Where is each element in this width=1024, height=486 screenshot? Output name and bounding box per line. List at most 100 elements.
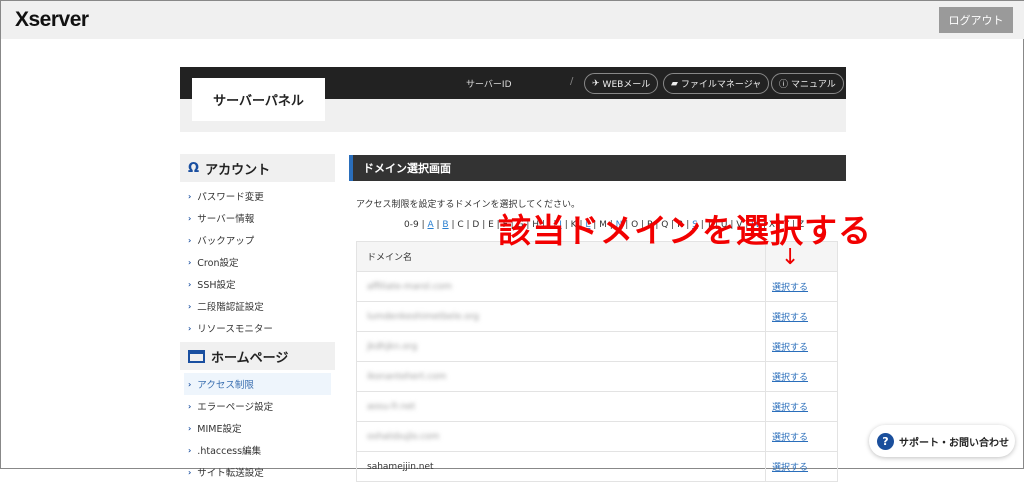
sidebar-item[interactable]: › 二段階認証設定 <box>180 295 335 317</box>
select-cell: 選択する <box>765 361 838 392</box>
select-domain-link[interactable]: 選択する <box>772 283 808 293</box>
domain-text: lumdenkeshimetbele.org <box>367 311 479 322</box>
support-button[interactable]: ? サポート・お問い合わせ <box>869 425 1015 457</box>
chevron-right-icon: › <box>188 379 192 389</box>
select-domain-link[interactable]: 選択する <box>772 343 808 353</box>
sidebar-item[interactable]: › MIME設定 <box>180 417 335 439</box>
sidebar-section-title: アカウント <box>205 162 271 178</box>
sidebar-section-window: ホームページ <box>180 342 335 370</box>
sidebar-item[interactable]: › エラーページ設定 <box>180 395 335 417</box>
table-row: affiliate-marol.com 選択する <box>356 271 838 302</box>
chevron-right-icon: › <box>188 401 192 411</box>
manual-button[interactable]: ⓘ マニュアル <box>771 73 844 94</box>
sidebar-item[interactable]: › サーバー情報 <box>180 207 335 229</box>
table-row: aosu-fr.net 選択する <box>356 391 838 422</box>
sidebar-item-label: バックアップ <box>197 236 255 247</box>
sidebar: Ω アカウント › パスワード変更 › サーバー情報 › バックアップ › Cron設定 › SSH設… <box>180 154 335 486</box>
chevron-right-icon: › <box>188 301 192 311</box>
page-title: ドメイン選択画面 <box>349 155 846 181</box>
select-domain-link[interactable]: 選択する <box>772 373 808 383</box>
select-domain-link[interactable]: 選択する <box>772 433 808 443</box>
annotation-text: 該当ドメインを選択する <box>498 211 872 250</box>
chevron-right-icon: › <box>188 213 192 223</box>
domain-text: affiliate-marol.com <box>367 281 452 292</box>
alphabet-B[interactable]: B <box>442 220 448 230</box>
sidebar-section-title: ホームページ <box>211 350 289 366</box>
domain-text: jkdhjkn.org <box>367 341 418 352</box>
select-cell: 選択する <box>765 331 838 362</box>
xserver-logo[interactable]: Xserver <box>15 8 89 32</box>
chevron-right-icon: › <box>188 257 192 267</box>
user-icon: Ω <box>188 160 200 176</box>
sidebar-item-label: MIME設定 <box>197 424 242 435</box>
sidebar-item-label: Cron設定 <box>197 258 239 269</box>
chevron-right-icon: › <box>188 323 192 333</box>
domain-name: lumdenkeshimetbele.org <box>356 301 766 332</box>
chevron-right-icon: › <box>188 445 192 455</box>
file-manager-label: ファイルマネージャ <box>680 80 762 90</box>
sidebar-item[interactable]: › .htaccess編集 <box>180 439 335 461</box>
sidebar-item-label: SSH設定 <box>197 280 236 291</box>
logout-button[interactable]: ログアウト <box>939 7 1013 33</box>
sidebar-item[interactable]: › バックアップ <box>180 229 335 251</box>
domain-text: sahamejjin.net <box>367 461 434 472</box>
support-label: サポート・お問い合わせ <box>899 437 1009 449</box>
chevron-right-icon: › <box>188 191 192 201</box>
select-cell: 選択する <box>765 451 838 482</box>
manual-label: マニュアル <box>791 80 836 90</box>
top-bar: Xserver ログアウト <box>1 1 1024 39</box>
webmail-label: WEBメール <box>602 80 651 90</box>
table-row: oshalsbujlo.com 選択する <box>356 421 838 452</box>
select-cell: 選択する <box>765 421 838 452</box>
sidebar-item-label: リソースモニター <box>197 324 273 335</box>
table-row: jkdhjkn.org 選択する <box>356 331 838 362</box>
domain-name: aosu-fr.net <box>356 391 766 422</box>
domain-text: oshalsbujlo.com <box>367 431 440 442</box>
table-row: sahamejjin.net 選択する <box>356 451 838 482</box>
alphabet-D: D <box>472 220 480 230</box>
sidebar-item-label: サイト転送設定 <box>197 468 264 479</box>
domain-text: aosu-fr.net <box>367 401 416 412</box>
sidebar-item[interactable]: › SSH設定 <box>180 273 335 295</box>
server-id-label: サーバーID <box>466 80 512 90</box>
panel-title: サーバーパネル <box>192 78 325 121</box>
help-icon: ⓘ <box>779 80 789 90</box>
sidebar-item[interactable]: › サイト転送設定 <box>180 461 335 483</box>
sidebar-item[interactable]: › Cron設定 <box>180 251 335 273</box>
sidebar-item-label: アクセス制限 <box>197 380 254 391</box>
domain-name: sahamejjin.net <box>356 451 766 482</box>
window-icon <box>188 349 205 364</box>
select-domain-link[interactable]: 選択する <box>772 463 808 473</box>
chevron-right-icon: › <box>188 235 192 245</box>
alphabet-0-9: 0-9 <box>404 220 419 230</box>
folder-icon: ▰ <box>671 78 678 89</box>
domain-name: jkdhjkn.org <box>356 331 766 362</box>
sidebar-item[interactable]: › アクセス制限 <box>184 373 331 395</box>
annotation-arrow: ↓ <box>781 245 800 270</box>
select-cell: 選択する <box>765 301 838 332</box>
alphabet-E: E <box>488 220 494 230</box>
sidebar-item-label: 二段階認証設定 <box>197 302 264 313</box>
sidebar-item-label: サーバー情報 <box>197 214 255 225</box>
webmail-button[interactable]: ✈ WEBメール <box>584 73 659 94</box>
sidebar-section-user: Ω アカウント <box>180 154 335 182</box>
select-cell: 選択する <box>765 391 838 422</box>
select-domain-link[interactable]: 選択する <box>772 313 808 323</box>
send-icon: ✈ <box>592 78 600 89</box>
separator: / <box>570 76 574 87</box>
sidebar-item[interactable]: › リソースモニター <box>180 317 335 339</box>
alphabet-A[interactable]: A <box>427 220 433 230</box>
domain-name: oshalsbujlo.com <box>356 421 766 452</box>
file-manager-button[interactable]: ▰ ファイルマネージャ <box>663 73 770 94</box>
sidebar-item[interactable]: › パスワード変更 <box>180 185 335 207</box>
domain-name: affiliate-marol.com <box>356 271 766 302</box>
sidebar-item-label: .htaccess編集 <box>197 446 262 457</box>
select-domain-link[interactable]: 選択する <box>772 403 808 413</box>
question-icon: ? <box>877 432 894 450</box>
sidebar-item-label: パスワード変更 <box>197 192 264 203</box>
select-cell: 選択する <box>765 271 838 302</box>
chevron-right-icon: › <box>188 423 192 433</box>
chevron-right-icon: › <box>188 279 192 289</box>
sidebar-item-label: エラーページ設定 <box>197 402 274 413</box>
table-row: lumdenkeshimetbele.org 選択する <box>356 301 838 332</box>
